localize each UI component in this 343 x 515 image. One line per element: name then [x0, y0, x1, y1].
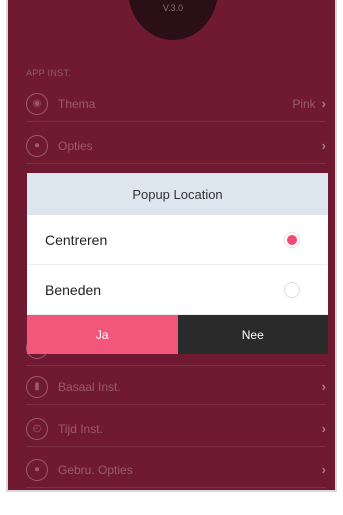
- row-basaal[interactable]: ▮ Basaal Inst. ›: [26, 369, 326, 405]
- row-gebru[interactable]: ● Gebru. Opties ›: [26, 452, 326, 488]
- row-label: Basaal Inst.: [58, 379, 121, 394]
- chevron-right-icon: ›: [321, 138, 326, 153]
- dialog-actions: Ja Nee: [27, 315, 328, 354]
- section-title: APP INST.: [26, 68, 72, 78]
- row-label: Thema: [58, 96, 96, 111]
- row-opties[interactable]: ● Opties ›: [26, 128, 326, 164]
- no-button[interactable]: Nee: [177, 315, 328, 354]
- option-beneden[interactable]: Beneden: [27, 265, 328, 315]
- eye-icon: ◉: [26, 92, 48, 115]
- clock-icon: ◴: [26, 417, 48, 440]
- dialog-title: Popup Location: [27, 173, 328, 215]
- row-label: Opties: [58, 138, 93, 153]
- row-tijd[interactable]: ◴ Tijd Inst. ›: [26, 411, 326, 447]
- chevron-right-icon: ›: [321, 462, 326, 477]
- option-label: Beneden: [45, 281, 102, 298]
- version-label: V.3.0: [162, 3, 184, 13]
- option-centreren[interactable]: Centreren: [27, 215, 328, 265]
- chevron-right-icon: ›: [321, 96, 326, 111]
- row-label: Gebru. Opties: [58, 462, 133, 477]
- row-value: Pink: [292, 96, 316, 111]
- user-icon: ●: [26, 458, 48, 481]
- yes-button[interactable]: Ja: [27, 315, 178, 354]
- radio-selected-icon[interactable]: [284, 231, 300, 248]
- version-badge: V.3.0: [128, 0, 218, 40]
- option-label: Centreren: [45, 231, 108, 248]
- user-icon: ●: [26, 134, 48, 157]
- radio-unselected-icon[interactable]: [284, 281, 300, 298]
- popup-location-dialog: Popup Location Centreren Beneden Ja Nee: [27, 173, 328, 354]
- radio-dot: [287, 234, 297, 245]
- row-thema[interactable]: ◉ Thema Pink ›: [26, 86, 326, 122]
- row-label: Tijd Inst.: [58, 421, 103, 436]
- chevron-right-icon: ›: [321, 379, 326, 394]
- bar-chart-icon: ▮: [26, 375, 48, 398]
- chevron-right-icon: ›: [321, 421, 326, 436]
